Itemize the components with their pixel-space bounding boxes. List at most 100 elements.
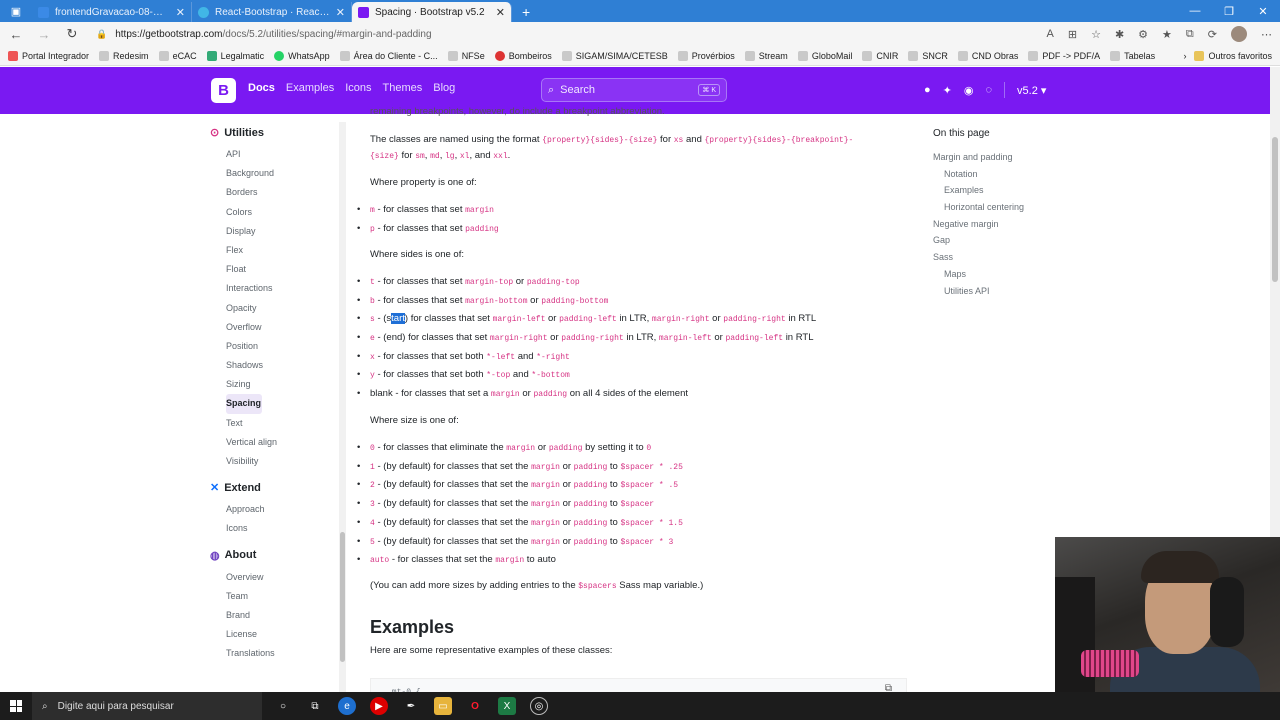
sidebar-item[interactable]: Approach	[226, 500, 277, 519]
sidebar-item[interactable]: Background	[226, 164, 277, 183]
nav-link-examples[interactable]: Examples	[286, 82, 334, 94]
file-explorer-icon[interactable]: ▭	[434, 697, 452, 715]
sidebar-item[interactable]: Spacing	[226, 394, 262, 414]
more-menu-icon[interactable]: ⋯	[1261, 28, 1272, 41]
sidebar-item[interactable]: Text	[226, 414, 277, 433]
bookmark-item[interactable]: CND Obras	[957, 50, 1018, 61]
cortana-icon[interactable]: ○	[274, 697, 292, 715]
toc-link[interactable]: Sass	[933, 249, 1133, 266]
sidebar-item[interactable]: Float	[226, 260, 277, 279]
other-favorites-folder[interactable]: Outros favoritos	[1194, 50, 1272, 61]
tab-actions-icon[interactable]: ▣	[0, 0, 32, 22]
bookmark-item[interactable]: Tabelas	[1110, 50, 1155, 61]
sidebar-item[interactable]: Colors	[226, 203, 277, 222]
sidebar-item[interactable]: Vertical align	[226, 433, 277, 452]
sidebar-item[interactable]: Display	[226, 222, 277, 241]
bookmark-item[interactable]: Redesim	[99, 50, 149, 61]
toc-link[interactable]: Gap	[933, 232, 1133, 249]
toc-link[interactable]: Negative margin	[933, 216, 1133, 233]
sidebar-item[interactable]: Sizing	[226, 375, 277, 394]
taskbar-search[interactable]: ⌕ Digite aqui para pesquisar	[32, 692, 262, 720]
bookmark-item[interactable]: Área do Cliente - C...	[339, 50, 438, 61]
sidebar-item[interactable]: Position	[226, 337, 277, 356]
sidebar-group-2[interactable]: ◍ About	[210, 549, 277, 562]
sidebar-item[interactable]: Borders	[226, 183, 277, 202]
browser-tab-2[interactable]: React-Bootstrap · React-Bootstr ✕	[192, 2, 352, 22]
scrollbar-thumb[interactable]	[1272, 137, 1278, 282]
toc-link[interactable]: Horizontal centering	[933, 199, 1133, 216]
sidebar-item[interactable]: License	[226, 625, 277, 644]
docs-search-button[interactable]: ⌕ Search ⌘ K	[541, 78, 727, 102]
theme-toggle-icon[interactable]: ◌	[985, 84, 992, 96]
bookmark-item[interactable]: Provérbios	[677, 50, 735, 61]
opencollective-icon[interactable]: ◉	[964, 84, 974, 97]
sidebar-item[interactable]: Opacity	[226, 299, 277, 318]
browser-tab-1[interactable]: frontendGravacao-08-Configura ✕	[32, 2, 192, 22]
reload-icon[interactable]: ↻	[64, 26, 80, 42]
toc-link[interactable]: Notation	[933, 166, 1133, 183]
bookmark-item[interactable]: Bombeiros	[494, 50, 552, 61]
bookmark-item[interactable]: WhatsApp	[274, 50, 330, 61]
close-tab-icon[interactable]: ✕	[496, 6, 505, 19]
bookmark-item[interactable]: SIGAM/SIMA/CETESB	[561, 50, 668, 61]
browser-tab-3[interactable]: Spacing · Bootstrap v5.2 ✕	[352, 2, 512, 22]
bookmark-item[interactable]: CNIR	[862, 50, 898, 61]
sidebar-group-0[interactable]: ⊙ Utilities	[210, 126, 277, 140]
sidebar-item[interactable]: Visibility	[226, 452, 277, 471]
back-icon[interactable]: ←	[8, 27, 24, 42]
sidebar-item[interactable]: Overview	[226, 568, 277, 587]
inkscape-icon[interactable]: ✒	[402, 697, 420, 715]
nav-link-themes[interactable]: Themes	[383, 82, 423, 94]
bookmark-item[interactable]: SNCR	[908, 50, 948, 61]
toc-link[interactable]: Margin and padding	[933, 149, 1133, 166]
task-view-icon[interactable]: ⧉	[306, 697, 324, 715]
nav-link-docs[interactable]: Docs	[248, 82, 275, 94]
start-button[interactable]	[0, 692, 32, 720]
new-tab-button[interactable]: +	[512, 2, 540, 22]
sidebar-group-1[interactable]: ✕ Extend	[210, 481, 277, 495]
lock-icon[interactable]: 🔒	[96, 29, 107, 40]
read-aloud-icon[interactable]: A	[1047, 28, 1054, 40]
twitter-icon[interactable]: ✦	[943, 84, 952, 97]
minimize-icon[interactable]: —	[1178, 0, 1212, 22]
recorder-icon[interactable]: ▶	[370, 697, 388, 715]
collections-icon[interactable]: ⧉	[1186, 28, 1194, 41]
bookmark-item[interactable]: GloboMail	[797, 50, 852, 61]
url-input[interactable]: 🔒 https://getbootstrap.com/docs/5.2/util…	[92, 24, 992, 44]
excel-icon[interactable]: X	[498, 697, 516, 715]
opera-icon[interactable]: O	[466, 697, 484, 715]
bookmark-item[interactable]: PDF -> PDF/A	[1028, 50, 1100, 61]
forward-icon[interactable]: →	[36, 27, 52, 42]
app-available-icon[interactable]: ⊞	[1068, 28, 1077, 41]
bookmark-item[interactable]: Portal Integrador	[8, 50, 89, 61]
profile-avatar[interactable]	[1231, 26, 1247, 42]
favorites-icon[interactable]: ★	[1162, 28, 1172, 41]
nav-link-blog[interactable]: Blog	[433, 82, 455, 94]
bookmark-item[interactable]: Legalmatic	[206, 50, 264, 61]
extensions-icon[interactable]: ✱	[1115, 28, 1124, 41]
bookmark-item[interactable]: NFSe	[447, 50, 485, 61]
bookmark-item[interactable]: Stream	[744, 50, 788, 61]
sidebar-item[interactable]: Icons	[226, 519, 277, 538]
sidebar-scrollbar[interactable]	[339, 122, 346, 692]
toc-link[interactable]: Utilities API	[933, 283, 1133, 300]
sidebar-item[interactable]: Translations	[226, 644, 277, 663]
bookmark-item[interactable]: eCAC	[158, 50, 197, 61]
sidebar-item[interactable]: Interactions	[226, 279, 277, 298]
chrome-icon[interactable]: ◎	[530, 697, 548, 715]
close-window-icon[interactable]: ✕	[1246, 0, 1280, 22]
favorite-star-icon[interactable]: ☆	[1091, 28, 1101, 41]
edge-icon[interactable]: e	[338, 697, 356, 715]
github-icon[interactable]: ●	[924, 84, 931, 96]
chevron-right-icon[interactable]: ›	[1183, 51, 1186, 61]
close-tab-icon[interactable]: ✕	[336, 6, 345, 19]
sidebar-item[interactable]: API	[226, 145, 277, 164]
sidebar-item[interactable]: Brand	[226, 606, 277, 625]
toc-link[interactable]: Examples	[933, 182, 1133, 199]
sidebar-item[interactable]: Team	[226, 587, 277, 606]
close-tab-icon[interactable]: ✕	[176, 6, 185, 19]
maximize-icon[interactable]: ❐	[1212, 0, 1246, 22]
bootstrap-logo[interactable]: B	[211, 78, 236, 103]
version-dropdown[interactable]: v5.2 ▾	[1017, 84, 1046, 97]
sidebar-item[interactable]: Flex	[226, 241, 277, 260]
